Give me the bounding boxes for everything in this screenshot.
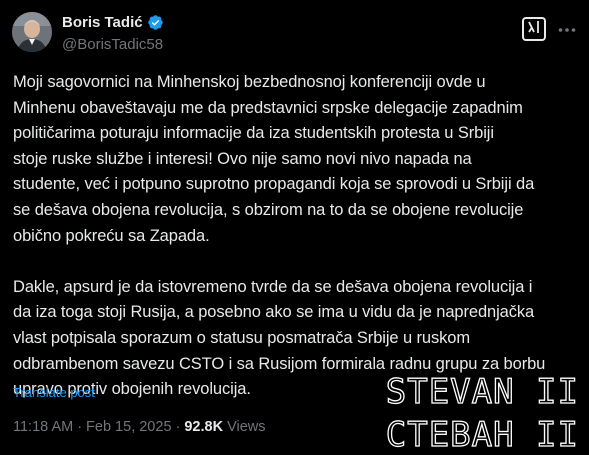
watermark-cyrillic: СТЕВАН II bbox=[385, 415, 579, 455]
views-count: 92.8K bbox=[184, 419, 224, 435]
meta-separator: · bbox=[175, 419, 181, 435]
tweet-text: Moji sagovornici na Minhenskoj bezbednos… bbox=[13, 70, 581, 403]
tweet-paragraph-1: Moji sagovornici na Minhenskoj bezbednos… bbox=[13, 73, 535, 245]
watermark-latin: STEVAN II bbox=[385, 372, 579, 412]
meta-separator: · bbox=[77, 419, 83, 435]
translate-post-link[interactable]: Translate post bbox=[13, 385, 95, 400]
author-handle[interactable]: @BorisTadic58 bbox=[62, 36, 163, 53]
grok-button[interactable] bbox=[522, 17, 546, 41]
tweet-meta-row: 11:18 AM · Feb 15, 2025 · 92.8K Views bbox=[13, 419, 265, 435]
grok-icon bbox=[526, 19, 542, 40]
more-dots-icon bbox=[558, 20, 576, 38]
tweet-time[interactable]: 11:18 AM bbox=[13, 419, 73, 435]
avatar[interactable] bbox=[12, 12, 52, 52]
author-display-name[interactable]: Boris Tadić bbox=[62, 14, 143, 31]
author-name-row[interactable]: Boris Tadić bbox=[62, 12, 164, 32]
views-label: Views bbox=[227, 419, 266, 435]
verified-badge-icon bbox=[147, 14, 164, 31]
more-button[interactable] bbox=[556, 18, 578, 40]
tweet-date[interactable]: Feb 15, 2025 bbox=[86, 419, 171, 435]
